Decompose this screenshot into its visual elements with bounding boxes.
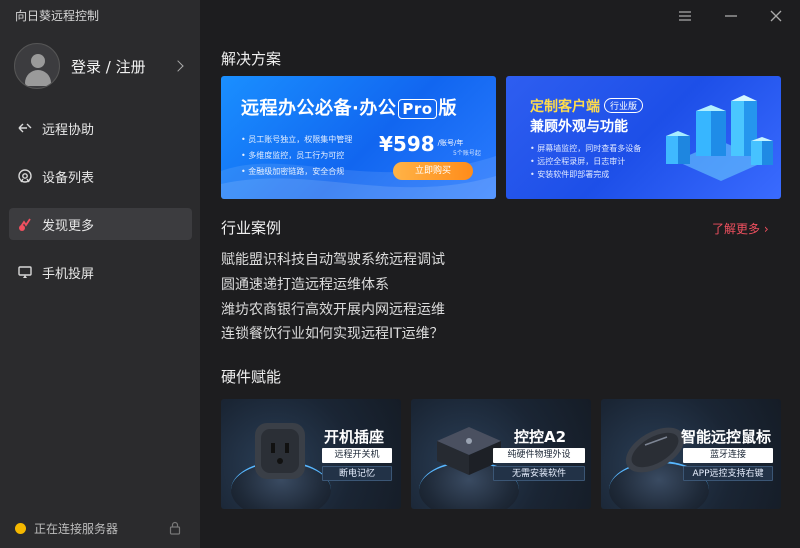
hardware-card-tag: 纯硬件物理外设 [493,448,585,463]
hardware-card-tag: 蓝牙连接 [683,448,773,463]
hardware-card-title: 开机插座 [324,428,385,446]
banner2-features: 屏幕墙监控，同时查看多设备 远控全程录屏，日志审计 安装软件即部署完成 [530,142,641,181]
case-link[interactable]: 赋能盟识科技自动驾驶系统远程调试 [221,249,445,269]
minimize-icon[interactable] [721,6,741,26]
screen-mirror-icon [18,266,32,278]
hardware-card-title: 控控A2 [514,428,567,446]
server-illustration [666,95,773,181]
learn-more-link[interactable]: 了解更多 › [712,220,769,237]
hardware-card-kongkong-a2[interactable]: 控控A2 纯硬件物理外设 无需安装软件 [411,399,591,509]
case-link[interactable]: 连锁餐饮行业如何实现远程IT运维？ [221,323,444,343]
chevron-right-icon: › [763,222,769,236]
sidebar-item-screen-mirror[interactable]: 手机投屏 [9,256,192,288]
case-link[interactable]: 圆通速递打造远程运维体系 [221,274,389,294]
close-icon[interactable] [766,6,786,26]
case-link[interactable]: 潍坊农商银行高效开展内网远程运维 [221,299,445,319]
sidebar-item-label: 远程协助 [42,122,95,138]
banner2-title: 定制客户端 行业版 [530,96,644,116]
avatar [14,43,60,89]
lock-icon[interactable] [169,521,181,535]
banner1-price-sub: 5个账号起 [453,150,481,157]
banner1-title: 远程办公必备·办公 Pro 版 [241,98,458,119]
connection-status: 正在连接服务器 [15,520,185,537]
status-text: 正在连接服务器 [34,522,119,536]
hardware-card-title: 智能远控鼠标 [681,428,772,446]
hardware-card-tag: 断电记忆 [322,466,392,481]
login-button[interactable]: 登录 / 注册 [14,43,192,89]
sidebar-item-label: 发现更多 [42,218,95,234]
banner2-subtitle: 兼顾外观与功能 [530,119,628,135]
hardware-card-tag: 无需安装软件 [493,466,585,481]
sidebar-item-label: 手机投屏 [42,266,95,282]
smart-plug-icon [255,423,305,479]
login-label: 登录 / 注册 [71,57,146,76]
banner1-features: 员工账号独立，权限集中管理 多维度监控，员工行为可控 金融级加密链路，安全合规 [241,132,352,180]
status-dot [15,523,26,534]
banner-custom-client[interactable]: 定制客户端行业版 兼顾外观与功能 屏幕墙监控，同时查看多设备 远控全程录屏，日志… [506,76,781,199]
hardware-title: 硬件赋能 [221,368,282,386]
banner-office-pro[interactable]: 远程办公必备·办公Pro版 员工账号独立，权限集中管理 多维度监控，员工行为可控… [221,76,496,199]
menu-icon[interactable] [675,6,695,26]
cases-title: 行业案例 [221,219,282,237]
sidebar: 向日葵远程控制 登录 / 注册 远程协助 设备列表 发现更多 手机投屏 正在连接… [0,0,200,548]
discover-icon [19,218,31,231]
chevron-right-icon [172,60,184,72]
hardware-card-smart-plug[interactable]: 开机插座 远程开关机 断电记忆 [221,399,401,509]
hardware-card-smart-mouse[interactable]: 智能远控鼠标 蓝牙连接 APP远控支持右键 [601,399,781,509]
hardware-card-tag: APP远控支持右键 [683,466,773,481]
sidebar-item-label: 设备列表 [42,170,95,186]
solutions-title: 解决方案 [221,50,282,68]
banner1-price: ¥598/账号/年 [379,132,464,156]
hardware-card-tag: 远程开关机 [322,448,392,463]
sidebar-item-discover[interactable]: 发现更多 [9,208,192,240]
app-title: 向日葵远程控制 [15,9,100,23]
sidebar-item-device-list[interactable]: 设备列表 [9,160,192,192]
remote-assist-icon [18,123,32,133]
sidebar-item-remote-assist[interactable]: 远程协助 [9,112,192,144]
buy-now-button[interactable]: 立即购买 [393,162,473,180]
device-list-icon [18,169,32,183]
